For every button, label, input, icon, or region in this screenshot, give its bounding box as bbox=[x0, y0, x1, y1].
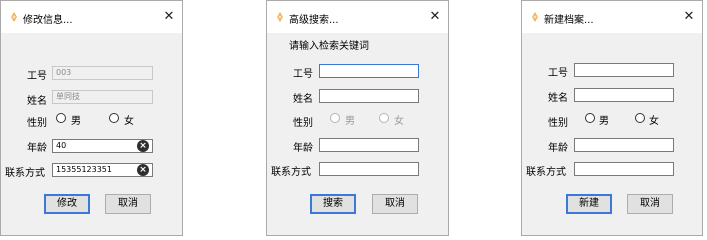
close-icon[interactable]: ✕ bbox=[426, 8, 444, 26]
gender-male-label: 男 bbox=[71, 116, 81, 127]
age-label: 年龄 bbox=[27, 143, 47, 154]
new-record-dialog: 新建档案... ✕ 工号 姓名 性别 男 女 年龄 联系方式 新建 取消 bbox=[521, 0, 703, 236]
id-label: 工号 bbox=[548, 68, 568, 79]
age-label: 年龄 bbox=[548, 143, 568, 154]
gender-female-label: 女 bbox=[394, 116, 404, 127]
id-label: 工号 bbox=[293, 69, 313, 80]
cancel-button[interactable]: 取消 bbox=[372, 194, 418, 214]
close-icon[interactable]: ✕ bbox=[160, 8, 178, 26]
contact-label: 联系方式 bbox=[271, 167, 311, 178]
gender-label: 性别 bbox=[27, 118, 47, 129]
app-logo-icon bbox=[532, 12, 538, 22]
id-label: 工号 bbox=[27, 71, 47, 82]
search-button[interactable]: 搜索 bbox=[310, 194, 356, 214]
contact-field[interactable] bbox=[319, 162, 419, 176]
cancel-button[interactable]: 取消 bbox=[105, 194, 151, 214]
close-icon[interactable]: ✕ bbox=[680, 8, 698, 26]
gender-male-radio[interactable] bbox=[585, 113, 595, 123]
age-field[interactable] bbox=[319, 138, 419, 152]
contact-label: 联系方式 bbox=[526, 167, 566, 178]
search-hint: 请输入检索关键词 bbox=[289, 41, 369, 52]
clear-input-icon[interactable]: × bbox=[137, 164, 149, 176]
gender-female-label: 女 bbox=[124, 116, 134, 127]
id-field[interactable] bbox=[319, 64, 419, 78]
id-field[interactable] bbox=[574, 63, 674, 77]
cancel-button[interactable]: 取消 bbox=[627, 194, 673, 214]
title-bar: 高级搜索... ✕ bbox=[267, 1, 448, 33]
gender-label: 性别 bbox=[548, 118, 568, 129]
gender-female-radio[interactable] bbox=[109, 113, 119, 123]
title-bar: 新建档案... ✕ bbox=[522, 1, 702, 33]
gender-female-radio[interactable] bbox=[635, 113, 645, 123]
title-bar: 修改信息... ✕ bbox=[1, 1, 182, 33]
name-label: 姓名 bbox=[548, 93, 568, 104]
age-field[interactable] bbox=[574, 138, 674, 152]
name-field[interactable] bbox=[574, 88, 674, 102]
gender-male-label: 男 bbox=[345, 116, 355, 127]
id-field[interactable]: 003 bbox=[52, 66, 153, 80]
modify-button[interactable]: 修改 bbox=[44, 194, 90, 214]
contact-field[interactable] bbox=[574, 162, 674, 176]
app-logo-icon bbox=[11, 12, 17, 22]
search-dialog: 高级搜索... ✕ 请输入检索关键词 工号 姓名 性别 男 女 年龄 联系方式 … bbox=[266, 0, 449, 236]
gender-female-radio[interactable] bbox=[379, 113, 389, 123]
name-label: 姓名 bbox=[27, 96, 47, 107]
clear-input-icon[interactable]: × bbox=[137, 140, 149, 152]
dialog-title: 修改信息... bbox=[23, 15, 73, 26]
gender-male-radio[interactable] bbox=[330, 113, 340, 123]
name-field[interactable] bbox=[319, 89, 419, 103]
gender-male-radio[interactable] bbox=[56, 113, 66, 123]
create-button[interactable]: 新建 bbox=[566, 194, 612, 214]
age-label: 年龄 bbox=[293, 143, 313, 154]
gender-male-label: 男 bbox=[599, 116, 609, 127]
edit-dialog: 修改信息... ✕ 工号 003 姓名 单同技 性别 男 女 年龄 40 × 联… bbox=[0, 0, 183, 236]
app-logo-icon bbox=[277, 12, 283, 22]
dialog-title: 新建档案... bbox=[544, 15, 594, 26]
contact-label: 联系方式 bbox=[5, 168, 45, 179]
name-field[interactable]: 单同技 bbox=[52, 90, 153, 104]
name-label: 姓名 bbox=[293, 94, 313, 105]
dialog-title: 高级搜索... bbox=[289, 15, 339, 26]
gender-label: 性别 bbox=[293, 118, 313, 129]
gender-female-label: 女 bbox=[649, 116, 659, 127]
